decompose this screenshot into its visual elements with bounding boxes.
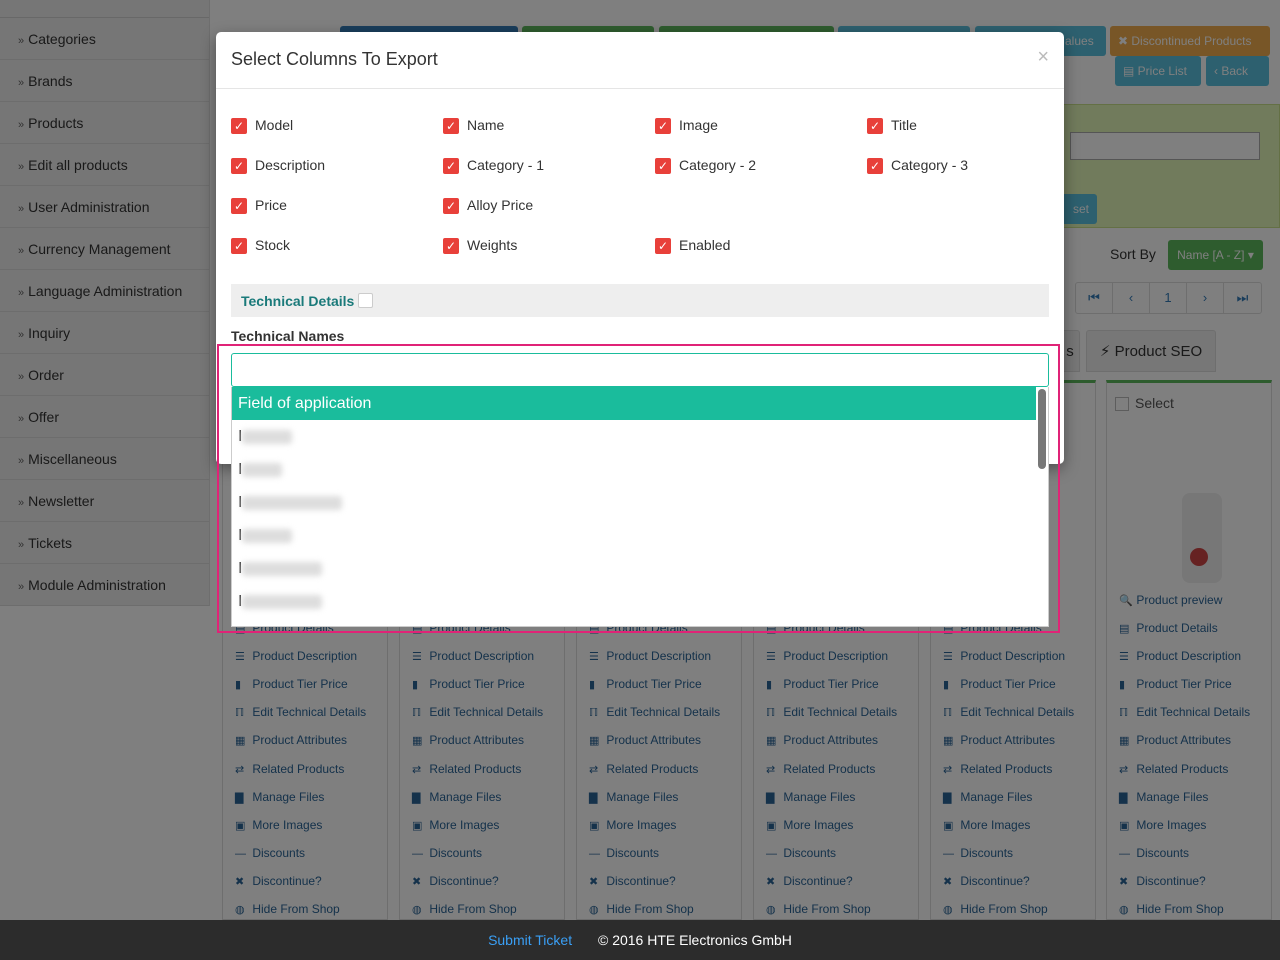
checkmark-icon[interactable]: ✓ [443,158,459,175]
checkmark-icon[interactable]: ✓ [867,158,883,175]
export-column-label: Enabled [679,237,731,253]
checkmark-icon[interactable]: ✓ [443,118,459,135]
checkmark-icon[interactable]: ✓ [655,158,671,175]
export-column-label: Stock [255,237,291,253]
technical-details-bar: Technical Details [231,284,1049,317]
checkmark-icon[interactable]: ✓ [231,198,247,215]
footer: Submit Ticket © 2016 HTE Electronics Gmb… [0,920,1280,960]
export-column-checkbox[interactable]: ✓ Enabled [655,236,731,255]
submit-ticket-link[interactable]: Submit Ticket [488,932,572,948]
close-icon[interactable]: × [1037,46,1049,69]
export-column-checkbox[interactable]: ✓ Name [443,116,505,135]
checkmark-icon[interactable]: ✓ [655,238,671,255]
export-column-checkbox[interactable]: ✓ Weights [443,236,518,255]
export-column-checkbox[interactable]: ✓ Price [231,196,287,215]
checkmark-icon[interactable]: ✓ [231,158,247,175]
export-column-checkbox[interactable]: ✓ Image [655,116,718,135]
export-column-checkbox[interactable]: ✓ Category - 2 [655,156,757,175]
export-column-checkbox[interactable]: ✓ Stock [231,236,291,255]
annotation-highlight-box [217,344,1060,633]
checkmark-icon[interactable]: ✓ [231,118,247,135]
checkmark-icon[interactable]: ✓ [655,118,671,135]
export-column-checkbox[interactable]: ✓ Model [231,116,294,135]
export-column-label: Alloy Price [467,197,534,213]
technical-details-toggle[interactable]: Technical Details [241,293,374,309]
checkmark-icon[interactable]: ✓ [443,198,459,215]
copyright-text: © 2016 HTE Electronics GmbH [597,932,792,948]
technical-names-label: Technical Names [231,328,345,344]
export-column-checkbox[interactable]: ✓ Category - 3 [867,156,969,175]
checkmark-icon[interactable]: ✓ [867,118,883,135]
export-column-label: Description [255,157,326,173]
export-column-label: Category - 2 [679,157,757,173]
modal-header: Select Columns To Export × [216,32,1064,89]
export-column-checkbox[interactable]: ✓ Description [231,156,326,175]
modal-title: Select Columns To Export [231,49,438,69]
checkmark-icon[interactable]: ✓ [231,238,247,255]
export-column-label: Weights [467,237,518,253]
export-column-label: Model [255,117,294,133]
export-column-checkbox[interactable]: ✓ Alloy Price [443,196,534,215]
export-column-checkbox[interactable]: ✓ Title [867,116,917,135]
technical-details-checkbox[interactable] [358,293,374,308]
checkmark-icon[interactable]: ✓ [443,238,459,255]
export-column-label: Name [467,117,505,133]
export-column-label: Category - 1 [467,157,545,173]
export-column-label: Image [679,117,718,133]
export-column-checkbox[interactable]: ✓ Category - 1 [443,156,545,175]
export-column-label: Price [255,197,287,213]
export-column-label: Title [891,117,917,133]
export-column-label: Category - 3 [891,157,969,173]
